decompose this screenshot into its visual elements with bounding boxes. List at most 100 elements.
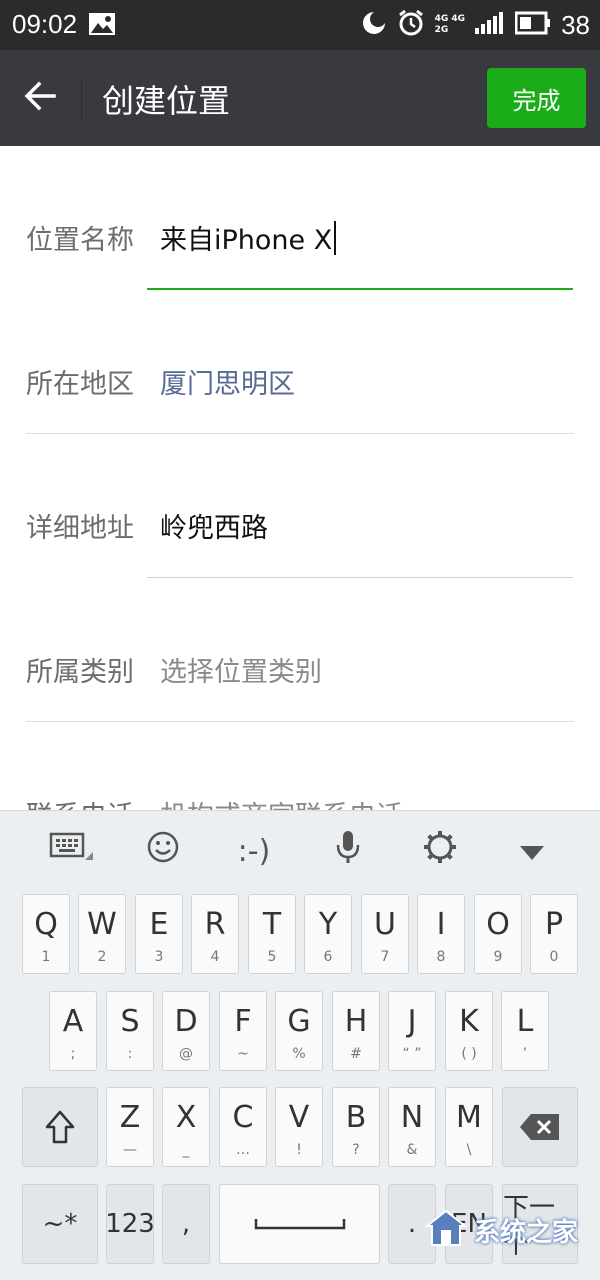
form-row-region[interactable]: 所在地区 厦门思明区 — [0, 290, 600, 434]
key-g[interactable]: G% — [275, 991, 323, 1071]
key-label: K — [459, 1004, 479, 1039]
key-b[interactable]: B? — [332, 1087, 380, 1167]
phone-label: 联系电话 — [26, 794, 134, 810]
key-sublabel: 9 — [493, 949, 503, 965]
key-label: N — [400, 1100, 424, 1135]
location-form: 位置名称 来自iPhone X 所在地区 厦门思明区 详细地址 岭兜西路 所属类… — [0, 146, 600, 810]
gear-icon — [423, 830, 457, 872]
watermark-logo-icon — [424, 1208, 468, 1252]
backspace-icon — [503, 1088, 577, 1166]
key-e[interactable]: E3 — [135, 894, 183, 974]
key-f[interactable]: F ~ — [219, 991, 267, 1071]
backspace-key[interactable] — [502, 1087, 578, 1167]
back-button[interactable] — [14, 74, 66, 122]
title-divider — [81, 80, 82, 120]
emoticon-button[interactable]: :-) — [226, 827, 282, 875]
hide-keyboard-button[interactable] — [504, 827, 560, 875]
key-label: R — [204, 907, 226, 942]
key-h[interactable]: H # — [332, 991, 380, 1071]
microphone-icon — [335, 829, 361, 873]
key-label: H — [344, 1004, 368, 1039]
key-l[interactable]: L’ — [501, 991, 549, 1071]
network-top-label: 4G 4G — [434, 14, 466, 24]
key-label: A — [62, 1004, 84, 1039]
key-z[interactable]: Z — — [106, 1087, 154, 1167]
done-button[interactable]: 完成 — [487, 68, 586, 128]
form-row-category[interactable]: 所属类别 选择位置类别 — [0, 578, 600, 722]
arrow-left-icon — [24, 80, 56, 116]
status-time: 09:02 — [12, 9, 78, 39]
numbers-label: 123 — [105, 1209, 155, 1239]
watermark-text: 系统之家 — [474, 1217, 579, 1248]
comma-key[interactable]: , — [162, 1184, 210, 1264]
detail-address-label: 详细地址 — [26, 513, 134, 544]
battery-icon — [514, 11, 551, 39]
key-sublabel: ? — [352, 1142, 360, 1158]
space-bar-icon — [220, 1185, 379, 1263]
key-sublabel: — — [123, 1142, 137, 1158]
key-label: M — [456, 1100, 482, 1135]
key-label: E — [149, 907, 169, 942]
key-label: I — [436, 907, 446, 942]
key-q[interactable]: Q1 — [22, 894, 70, 974]
shift-arrow-icon — [23, 1088, 97, 1166]
detail-address-input[interactable]: 岭兜西路 — [160, 506, 268, 545]
region-value[interactable]: 厦门思明区 — [160, 362, 295, 401]
key-sublabel: 7 — [380, 949, 390, 965]
form-row-detail-address: 详细地址 岭兜西路 — [0, 434, 600, 578]
key-sublabel: # — [350, 1046, 362, 1062]
key-n[interactable]: N & — [388, 1087, 436, 1167]
key-label: G — [287, 1004, 311, 1039]
key-x[interactable]: X _ — [162, 1087, 210, 1167]
location-name-label: 位置名称 — [26, 225, 134, 256]
key-label: U — [374, 907, 396, 942]
key-k[interactable]: K ( ) — [445, 991, 493, 1071]
shift-key[interactable] — [22, 1087, 98, 1167]
key-sublabel: ~ — [237, 1046, 249, 1062]
gallery-notification-icon — [88, 12, 116, 36]
emoji-button[interactable] — [135, 827, 191, 875]
title-bar: 创建位置 完成 — [0, 50, 600, 146]
keyboard-toolbar: :-) — [0, 811, 600, 891]
category-label: 所属类别 — [26, 657, 134, 688]
space-key[interactable] — [219, 1184, 380, 1264]
key-t[interactable]: T5 — [248, 894, 296, 974]
voice-input-button[interactable] — [320, 827, 376, 875]
key-r[interactable]: R4 — [191, 894, 239, 974]
key-w[interactable]: W2 — [78, 894, 126, 974]
key-c[interactable]: C… — [219, 1087, 267, 1167]
keyboard-settings-button[interactable] — [412, 827, 468, 875]
key-label: W — [87, 907, 117, 942]
key-label: O — [486, 907, 510, 942]
key-sublabel: ’ — [522, 1046, 528, 1062]
key-v[interactable]: V! — [275, 1087, 323, 1167]
key-sublabel: ( ) — [461, 1046, 477, 1062]
location-name-input[interactable]: 来自iPhone X — [160, 218, 337, 257]
key-sublabel: % — [292, 1046, 306, 1062]
category-select[interactable]: 选择位置类别 — [160, 650, 322, 689]
key-label: B — [345, 1100, 367, 1135]
key-p[interactable]: P0 — [530, 894, 578, 974]
smiley-icon — [146, 830, 180, 872]
key-sublabel: @ — [179, 1046, 193, 1062]
comma-label: , — [181, 1209, 191, 1239]
numbers-key[interactable]: 123 — [105, 1184, 155, 1264]
key-label: Z — [119, 1100, 141, 1135]
keyboard-switch-button[interactable] — [44, 827, 100, 875]
key-m[interactable]: M \ — [445, 1087, 493, 1167]
phone-input[interactable]: 机构或商家联系电话 — [160, 794, 403, 810]
key-a[interactable]: A; — [49, 991, 97, 1071]
key-sublabel: \ — [466, 1142, 472, 1158]
network-indicator: 4G 4G 2G — [435, 14, 465, 36]
key-j[interactable]: J “ ” — [388, 991, 436, 1071]
symbols-key[interactable]: ~* — [22, 1184, 98, 1264]
key-s[interactable]: S: — [106, 991, 154, 1071]
key-u[interactable]: U7 — [361, 894, 409, 974]
key-o[interactable]: O9 — [474, 894, 522, 974]
key-sublabel: 1 — [41, 949, 51, 965]
key-y[interactable]: Y6 — [304, 894, 352, 974]
key-label: Y — [318, 907, 338, 942]
key-sublabel: 2 — [97, 949, 107, 965]
key-i[interactable]: I8 — [417, 894, 465, 974]
key-d[interactable]: D @ — [162, 991, 210, 1071]
